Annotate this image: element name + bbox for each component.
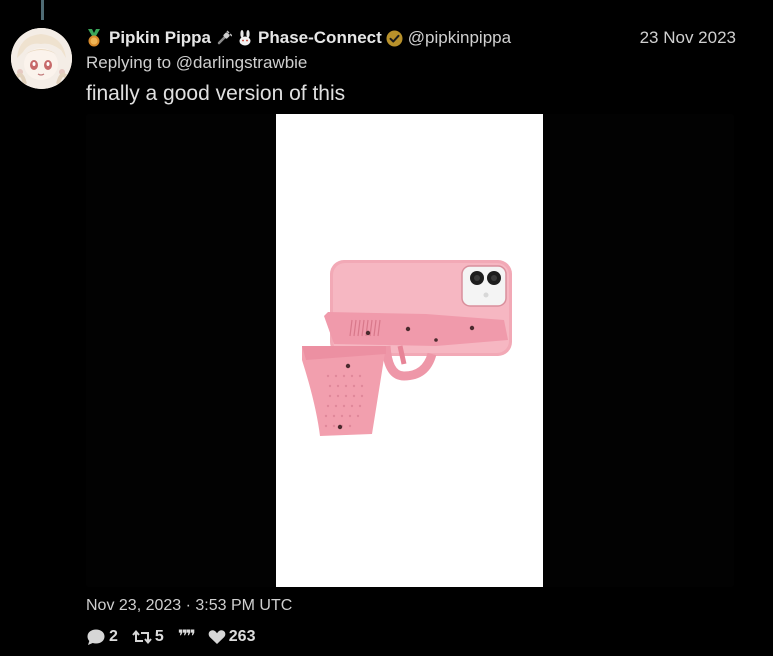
plug-icon <box>216 30 233 46</box>
user-handle[interactable]: @pipkinpippa <box>408 28 511 48</box>
display-name[interactable]: Pipkin Pippa <box>109 28 211 48</box>
medal-icon <box>86 29 102 47</box>
tweet-header: Pipkin Pippa Phase-Connect @pipkinpippa <box>86 27 736 49</box>
tweet-image[interactable] <box>276 114 543 587</box>
tweet-actions: 2 5 ❞❞ 263 <box>86 626 269 648</box>
like-button[interactable]: 263 <box>208 628 256 646</box>
reply-button[interactable]: 2 <box>86 628 118 646</box>
comment-icon <box>86 628 109 646</box>
heart-icon <box>208 629 229 645</box>
replying-to-line: Replying to @darlingstrawbie <box>86 52 307 74</box>
replying-to-label: Replying to <box>86 53 172 72</box>
like-count: 263 <box>228 628 256 645</box>
tweet-timestamp[interactable]: Nov 23, 2023 · 3:53 PM UTC <box>86 596 292 616</box>
thread-connector-line <box>41 0 44 20</box>
tweet-text: finally a good version of this <box>86 82 346 105</box>
verified-badge-icon <box>386 30 403 47</box>
retweet-icon <box>132 629 155 645</box>
retweet-count: 5 <box>154 628 164 645</box>
avatar[interactable] <box>11 28 72 89</box>
reply-count: 2 <box>109 628 118 645</box>
reply-target-handle[interactable]: @darlingstrawbie <box>176 53 308 72</box>
quote-icon: ❞❞ <box>177 627 196 647</box>
quote-button[interactable]: ❞❞ <box>177 627 196 647</box>
tweet-date[interactable]: 23 Nov 2023 <box>640 27 736 49</box>
affiliation-name[interactable]: Phase-Connect <box>258 28 382 48</box>
retweet-button[interactable]: 5 <box>132 628 164 646</box>
rabbit-icon <box>237 30 253 46</box>
